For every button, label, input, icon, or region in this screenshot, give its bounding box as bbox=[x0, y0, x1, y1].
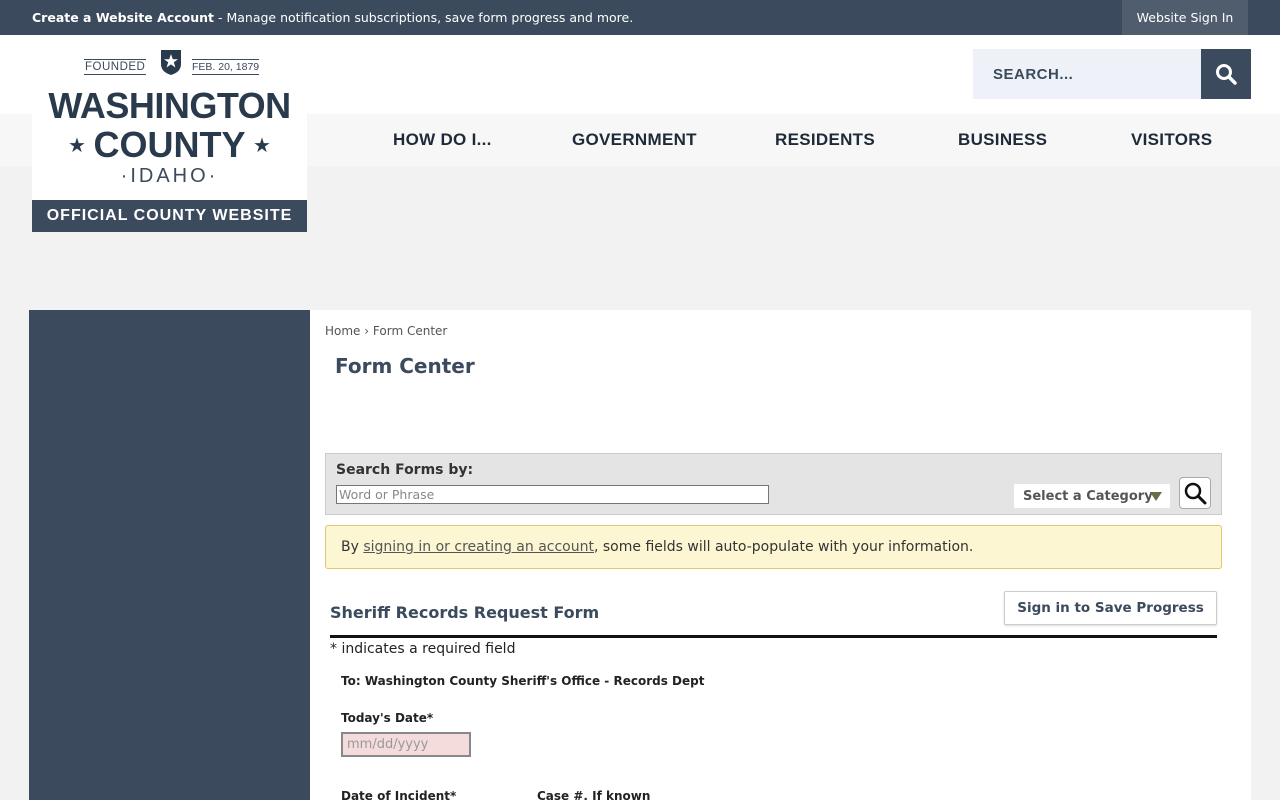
recipient-label: To: Washington County Sheriff's Office -… bbox=[341, 674, 705, 688]
site-search-button[interactable] bbox=[1201, 49, 1251, 99]
save-progress-button[interactable]: Sign in to Save Progress bbox=[1004, 591, 1217, 625]
page-title: Form Center bbox=[335, 354, 475, 378]
shield-star-icon bbox=[161, 50, 181, 75]
form-search-panel: Search Forms by: Select a Category bbox=[325, 453, 1222, 515]
form-search-button[interactable] bbox=[1179, 477, 1211, 509]
nav-government[interactable]: GOVERNMENT bbox=[572, 130, 697, 150]
star-icon: ★ bbox=[253, 133, 271, 157]
search-icon bbox=[1216, 64, 1237, 85]
nav-business[interactable]: BUSINESS bbox=[958, 130, 1047, 150]
logo-tagline: OFFICIAL COUNTY WEBSITE bbox=[32, 200, 307, 232]
nav-how-do-i[interactable]: HOW DO I... bbox=[393, 130, 492, 150]
sign-in-notice: By signing in or creating an account, so… bbox=[325, 525, 1222, 569]
magnifier-icon bbox=[1184, 482, 1207, 505]
nav-residents[interactable]: RESIDENTS bbox=[775, 130, 875, 150]
notice-prefix: By bbox=[341, 539, 359, 555]
todays-date-field[interactable]: mm/dd/yyyy bbox=[341, 732, 471, 757]
form-divider bbox=[330, 635, 1217, 638]
required-note: * indicates a required field bbox=[330, 641, 516, 657]
nav-visitors[interactable]: VISITORS bbox=[1131, 130, 1212, 150]
sidebar bbox=[29, 310, 310, 800]
form-search-label: Search Forms by: bbox=[336, 462, 474, 478]
sign-in-link[interactable]: signing in or creating an account bbox=[363, 539, 594, 555]
account-description: - Manage notification subscriptions, sav… bbox=[214, 10, 634, 25]
logo-washington: WASHINGTON bbox=[48, 85, 291, 126]
case-number-label: Case #, If known bbox=[537, 789, 651, 800]
breadcrumb: Home › Form Center bbox=[325, 324, 447, 338]
create-account-link[interactable]: Create a Website Account bbox=[32, 10, 214, 25]
breadcrumb-home[interactable]: Home bbox=[325, 324, 360, 338]
logo-founded-date: FEB. 20, 1879 bbox=[192, 59, 260, 75]
notice-suffix: , some fields will auto-populate with yo… bbox=[593, 539, 974, 555]
account-message[interactable]: Create a Website Account - Manage notifi… bbox=[32, 10, 633, 25]
breadcrumb-current[interactable]: Form Center bbox=[373, 324, 447, 338]
category-select[interactable]: Select a Category bbox=[1014, 484, 1170, 508]
county-logo[interactable]: FOUNDED FEB. 20, 1879 WASHINGTON ★ COUNT… bbox=[32, 35, 307, 232]
site-search-input[interactable]: SEARCH... bbox=[973, 49, 1201, 99]
dropdown-arrow-icon bbox=[1150, 492, 1162, 501]
incident-date-label: Date of Incident* bbox=[341, 789, 457, 800]
form-search-input[interactable] bbox=[336, 485, 769, 504]
breadcrumb-separator: › bbox=[364, 324, 370, 338]
form-title: Sheriff Records Request Form bbox=[330, 603, 600, 622]
logo-founded: FOUNDED bbox=[84, 59, 147, 75]
logo-idaho: ·IDAHO· bbox=[120, 165, 219, 187]
website-sign-in-button[interactable]: Website Sign In bbox=[1122, 0, 1248, 35]
todays-date-label: Today's Date* bbox=[341, 711, 434, 725]
top-utility-bar: Create a Website Account - Manage notifi… bbox=[0, 0, 1280, 35]
category-select-label: Select a Category bbox=[1023, 488, 1153, 504]
